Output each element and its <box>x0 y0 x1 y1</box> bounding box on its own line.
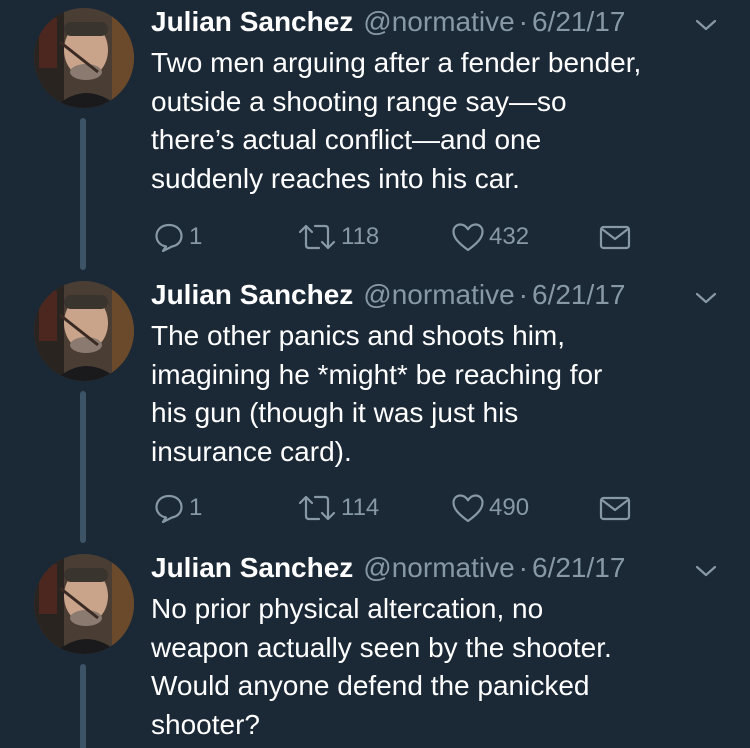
retweet-icon <box>298 495 336 521</box>
reply-button[interactable]: 1 <box>153 491 202 525</box>
author-name[interactable]: Julian Sanchez <box>151 279 353 311</box>
tweet-actions: 1 118 432 <box>0 220 750 254</box>
tweet-header: Julian Sanchez @normative · 6/21/17 <box>151 279 625 319</box>
direct-message-button[interactable] <box>598 491 632 525</box>
tweet-text: Two men arguing after a fender bender, o… <box>151 44 731 198</box>
chevron-down-icon[interactable] <box>693 289 719 307</box>
tweet-header: Julian Sanchez @normative · 6/21/17 <box>151 6 625 46</box>
like-count: 490 <box>489 494 530 521</box>
avatar[interactable] <box>34 281 134 381</box>
tweet-text-line: shooter? <box>151 708 260 740</box>
tweet-text: The other panics and shoots him, imagini… <box>151 317 731 471</box>
chevron-down-icon[interactable] <box>693 16 719 34</box>
author-handle[interactable]: @normative <box>363 552 514 584</box>
author-name[interactable]: Julian Sanchez <box>151 6 353 38</box>
like-button[interactable]: 490 <box>451 491 529 525</box>
retweet-button[interactable]: 114 <box>297 491 379 525</box>
tweet[interactable]: Julian Sanchez @normative · 6/21/17 Two … <box>0 6 750 271</box>
tweet[interactable]: Julian Sanchez @normative · 6/21/17 No p… <box>0 552 750 748</box>
tweet-text-line: weapon actually seen by the shooter. <box>151 631 612 663</box>
retweet-count: 114 <box>341 494 380 521</box>
separator-dot: · <box>518 279 528 310</box>
avatar-photo <box>34 281 134 381</box>
tweet[interactable]: Julian Sanchez @normative · 6/21/17 The … <box>0 279 750 544</box>
tweet-text-line: No prior physical altercation, no <box>151 593 544 624</box>
avatar-photo <box>34 554 134 654</box>
avatar-photo <box>34 8 134 108</box>
reply-icon <box>155 494 183 524</box>
tweet-text-line: suddenly reaches into his car. <box>151 162 520 194</box>
author-name[interactable]: Julian Sanchez <box>151 552 353 584</box>
separator-dot: · <box>518 6 528 37</box>
tweet-thread: Julian Sanchez @normative · 6/21/17 Two … <box>0 0 750 748</box>
reply-icon <box>155 223 183 253</box>
heart-icon <box>452 494 484 523</box>
author-handle[interactable]: @normative <box>363 6 514 38</box>
reply-count: 1 <box>189 223 203 250</box>
tweet-text-line: Would anyone defend the panicked <box>151 670 590 701</box>
heart-icon <box>452 223 484 252</box>
tweet-date[interactable]: 6/21/17 <box>532 552 625 584</box>
tweet-text-line: there’s actual conflict—and one <box>151 124 542 155</box>
tweet-text-line: imagining he *might* be reaching for <box>151 358 603 390</box>
retweet-icon <box>298 224 336 250</box>
tweet-text-line: insurance card). <box>151 435 352 467</box>
separator-dot: · <box>518 552 528 583</box>
retweet-button[interactable]: 118 <box>297 220 379 254</box>
chevron-down-icon[interactable] <box>693 562 719 580</box>
tweet-text-line: his gun (though it was just his <box>151 397 519 428</box>
like-button[interactable]: 432 <box>451 220 529 254</box>
tweet-actions: 1 114 490 <box>0 491 750 525</box>
envelope-icon <box>599 225 631 250</box>
avatar[interactable] <box>34 8 134 108</box>
retweet-count: 118 <box>341 223 380 250</box>
reply-count: 1 <box>189 494 203 521</box>
thread-line <box>80 664 86 748</box>
like-count: 432 <box>489 223 530 250</box>
avatar[interactable] <box>34 554 134 654</box>
tweet-text-line: The other panics and shoots him, <box>151 320 566 351</box>
tweet-text-line: outside a shooting range say—so <box>151 85 567 117</box>
author-handle[interactable]: @normative <box>363 279 514 311</box>
tweet-date[interactable]: 6/21/17 <box>532 6 625 38</box>
tweet-date[interactable]: 6/21/17 <box>532 279 625 311</box>
envelope-icon <box>599 496 631 521</box>
tweet-text: No prior physical altercation, no weapon… <box>151 590 731 744</box>
tweet-header: Julian Sanchez @normative · 6/21/17 <box>151 552 625 592</box>
direct-message-button[interactable] <box>598 220 632 254</box>
tweet-text-line: Two men arguing after a fender bender, <box>151 47 642 78</box>
reply-button[interactable]: 1 <box>153 220 202 254</box>
